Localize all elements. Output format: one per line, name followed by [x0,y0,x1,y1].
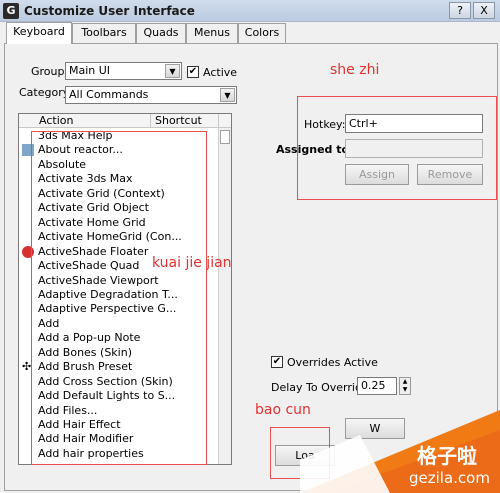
header-action[interactable]: Action [19,114,151,128]
delay-spinner[interactable]: ▲ ▼ [399,377,411,395]
group-value: Main UI [69,64,111,77]
scrollbar-thumb[interactable] [220,130,230,144]
category-dropdown[interactable]: All Commands ▼ [65,86,237,104]
watermark-main-text: 格子啦 [417,444,477,468]
tab-menus[interactable]: Menus [186,23,238,43]
overrides-active-label: Overrides Active [287,356,378,369]
close-button[interactable]: X [473,2,495,19]
annotation-box-list [31,131,207,465]
watermark-sub-text: gezila.com [409,469,490,487]
category-value: All Commands [69,88,149,101]
header-shortcut[interactable]: Shortcut [151,114,219,128]
title-bar: G Customize User Interface ? X [0,0,500,22]
overrides-active-checkbox[interactable]: ✔ [271,356,283,368]
group-dropdown[interactable]: Main UI ▼ [65,62,182,80]
app-icon: G [3,3,19,19]
customize-ui-window: G Customize User Interface ? X Keyboard … [0,0,500,493]
tab-colors[interactable]: Colors [238,23,286,43]
chevron-down-icon: ▼ [165,64,180,78]
tab-quads[interactable]: Quads [136,23,186,43]
annotation-box-hotkey [297,96,497,200]
tab-keyboard[interactable]: Keyboard [6,22,72,44]
annotation-kuai-jie-jian: kuai jie jian [152,255,232,271]
watermark: 格子啦 gezila.com [300,400,500,493]
help-button[interactable]: ? [449,2,471,19]
active-label: Active [203,66,238,79]
list-scrollbar[interactable] [218,128,231,464]
active-checkbox[interactable]: ✔ [187,66,199,78]
tab-toolbars[interactable]: Toolbars [72,23,136,43]
list-header: Action Shortcut [19,114,231,128]
annotation-she-zhi: she zhi [330,62,380,78]
window-title: Customize User Interface [24,4,195,18]
chevron-down-icon: ▼ [220,88,235,102]
group-label: Group: [31,65,69,78]
delay-field[interactable]: 0.25 [357,377,397,395]
